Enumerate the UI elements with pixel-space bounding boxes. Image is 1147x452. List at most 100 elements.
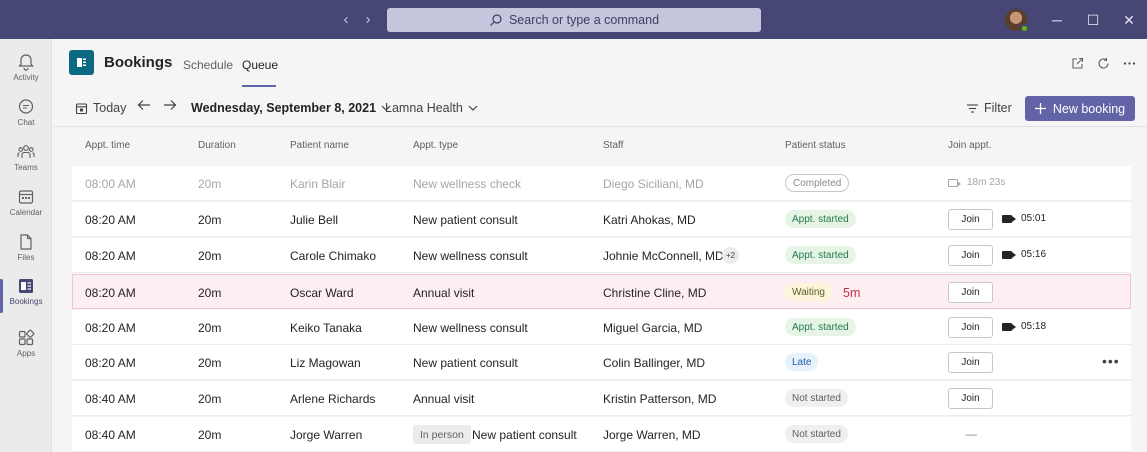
row-more-options-icon[interactable]: ••• [1102, 353, 1120, 369]
filter-icon [967, 103, 978, 113]
patient-name[interactable]: Julie Bell [290, 213, 338, 227]
column-header[interactable]: Patient name [290, 140, 349, 151]
patient-name[interactable]: Karin Blair [290, 177, 345, 191]
appt-time: 08:00 AM [85, 177, 136, 191]
call-duration: 18m 23s [948, 177, 1005, 188]
calendar-today-icon [75, 102, 88, 114]
staff-name: Colin Ballinger, MD [603, 356, 706, 370]
patient-name[interactable]: Keiko Tanaka [290, 321, 362, 335]
appt-type: New wellness consult [413, 321, 528, 335]
chat-icon [18, 99, 34, 114]
staff-name: Johnie McConnell, MD [603, 249, 724, 263]
apps-icon [18, 329, 35, 346]
column-header[interactable]: Duration [198, 140, 236, 151]
duration: 20m [198, 428, 222, 442]
back-arrow-icon[interactable]: ‹ [338, 10, 354, 28]
staff-name: Diego Siciliani, MD [603, 177, 704, 191]
appt-time: 08:40 AM [85, 392, 136, 406]
close-icon[interactable]: ✕ [1111, 10, 1147, 30]
patient-name[interactable]: Jorge Warren [290, 428, 362, 442]
search-placeholder: Search or type a command [508, 13, 660, 27]
column-header[interactable]: Appt. time [85, 140, 130, 151]
date-picker[interactable]: Wednesday, September 8, 2021 [191, 101, 391, 115]
video-camera-icon [1002, 214, 1016, 223]
call-timer-label: 05:01 [1021, 213, 1047, 224]
popout-icon[interactable] [1069, 55, 1085, 71]
duration: 20m [198, 213, 222, 227]
additional-staff-badge[interactable]: +2 [722, 247, 739, 264]
table-row[interactable]: 08:20 AM 20m Keiko Tanaka New wellness c… [72, 310, 1131, 345]
call-duration-label: 18m 23s [967, 177, 1006, 188]
rail-label: Activity [13, 73, 39, 82]
column-header[interactable]: Staff [603, 140, 623, 151]
plus-icon [1034, 103, 1046, 114]
title-bar: ‹ › Search or type a command ─ ☐ ✕ [0, 0, 1147, 39]
location-picker[interactable]: Lamna Health [385, 101, 478, 115]
table-row[interactable]: 08:20 AM 20m Carole Chimako New wellness… [72, 238, 1131, 273]
appt-time: 08:20 AM [85, 286, 136, 300]
rail-label: Apps [16, 349, 36, 358]
rail-item-calendar[interactable]: Calendar [0, 188, 52, 232]
table-row[interactable]: 08:20 AM 20m Julie Bell New patient cons… [72, 202, 1131, 237]
patient-name[interactable]: Oscar Ward [290, 286, 354, 300]
avatar[interactable] [1005, 9, 1029, 33]
call-timer: 05:01 [1002, 213, 1046, 224]
column-header[interactable]: Appt. type [413, 140, 458, 151]
table-row[interactable]: 08:00 AM 20m Karin Blair New wellness ch… [72, 166, 1131, 201]
rail-label: Files [17, 253, 35, 262]
table-header: Appt. time Duration Patient name Appt. t… [72, 130, 1131, 164]
join-button[interactable]: Join [948, 209, 993, 230]
join-button[interactable]: Join [948, 352, 993, 373]
more-options-icon[interactable] [1121, 55, 1137, 71]
join-button[interactable]: Join [948, 245, 993, 266]
patient-name[interactable]: Arlene Richards [290, 392, 375, 406]
staff-name: Katri Ahokas, MD [603, 213, 696, 227]
column-header[interactable]: Join appt. [948, 140, 991, 151]
patient-name[interactable]: Liz Magowan [290, 356, 361, 370]
join-button[interactable]: Join [948, 388, 993, 409]
status-badge: Appt. started [785, 210, 856, 228]
forward-arrow-icon[interactable]: › [360, 10, 376, 28]
status-badge: Late [785, 353, 819, 371]
search-icon [490, 14, 502, 26]
status-badge: Appt. started [785, 246, 856, 264]
chevron-down-icon [468, 105, 478, 111]
minimize-icon[interactable]: ─ [1039, 10, 1075, 30]
table-row[interactable]: 08:20 AM 20m Liz Magowan New patient con… [72, 345, 1131, 380]
appt-time: 08:20 AM [85, 213, 136, 227]
video-camera-icon [948, 178, 961, 187]
app-title: Bookings [104, 54, 173, 71]
rail-item-teams[interactable]: Teams [0, 143, 52, 187]
toolbar: Today Wednesday, September 8, 2021 Lamna… [53, 91, 1147, 127]
rail-label: Teams [14, 163, 38, 172]
bookings-icon [19, 279, 33, 293]
search-input[interactable]: Search or type a command [387, 8, 761, 32]
new-booking-button[interactable]: New booking [1025, 96, 1135, 121]
video-camera-icon [1002, 322, 1016, 331]
maximize-icon[interactable]: ☐ [1075, 10, 1111, 30]
status-badge: Appt. started [785, 318, 856, 336]
duration: 20m [198, 356, 222, 370]
app-rail: Activity Chat Teams Calendar Files Booki… [0, 39, 52, 452]
rail-item-activity[interactable]: Activity [0, 53, 52, 97]
rail-item-files[interactable]: Files [0, 233, 52, 277]
no-join-placeholder: — [965, 427, 977, 441]
previous-day-arrow-icon[interactable] [137, 99, 151, 111]
rail-item-bookings[interactable]: Bookings [0, 277, 52, 321]
join-button[interactable]: Join [948, 282, 993, 303]
rail-item-chat[interactable]: Chat [0, 98, 52, 142]
tab-queue[interactable]: Queue [242, 58, 278, 72]
filter-button[interactable]: Filter [966, 101, 1012, 115]
today-button[interactable]: Today [75, 101, 126, 115]
rail-item-apps[interactable]: Apps [0, 329, 52, 373]
patient-name[interactable]: Carole Chimako [290, 249, 376, 263]
table-row[interactable]: 08:40 AM 20m Jorge Warren In person New … [72, 417, 1131, 452]
next-day-arrow-icon[interactable] [163, 99, 177, 111]
column-header[interactable]: Patient status [785, 140, 846, 151]
join-button[interactable]: Join [948, 317, 993, 338]
table-row[interactable]: 08:40 AM 20m Arlene Richards Annual visi… [72, 381, 1131, 416]
appt-type: Annual visit [413, 392, 475, 406]
table-row[interactable]: 08:20 AM 20m Oscar Ward Annual visit Chr… [72, 274, 1131, 309]
refresh-icon[interactable] [1095, 55, 1111, 71]
tab-schedule[interactable]: Schedule [183, 58, 233, 72]
